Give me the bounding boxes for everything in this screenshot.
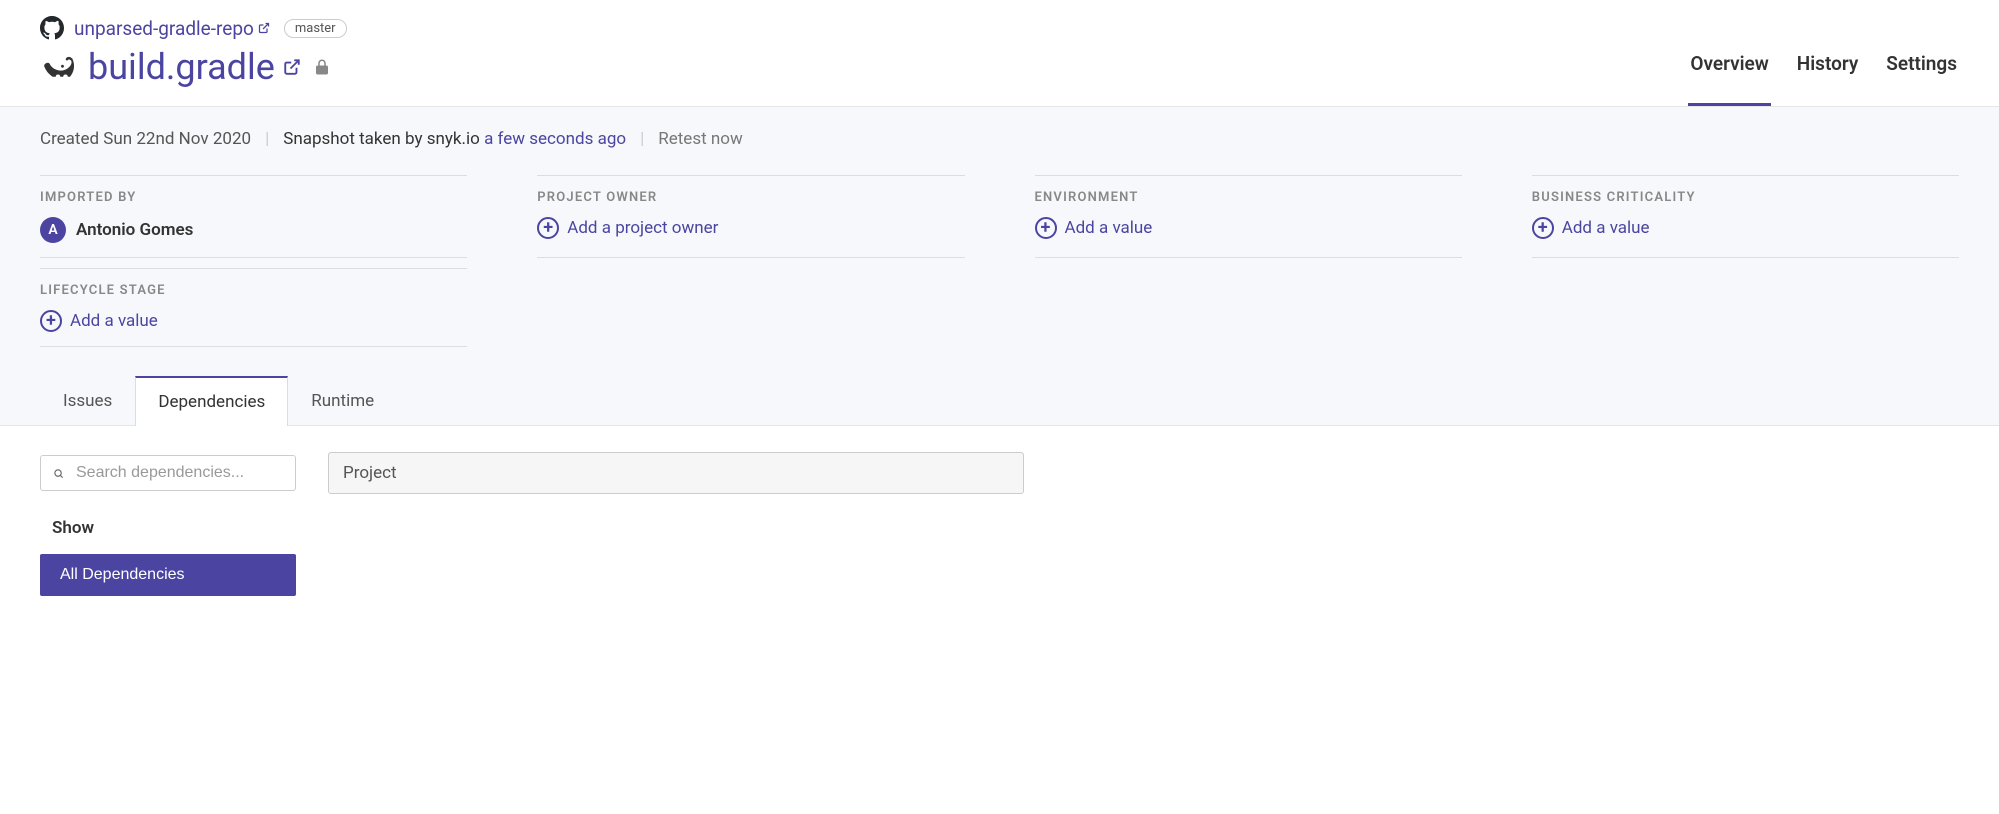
divider: |	[640, 129, 644, 149]
add-text: Add a project owner	[567, 218, 718, 238]
label-environment: Environment	[1035, 190, 1462, 205]
file-name: build.gradle	[88, 46, 275, 88]
search-box[interactable]	[40, 455, 296, 491]
info-section: Created Sun 22nd Nov 2020 | Snapshot tak…	[0, 107, 1999, 426]
external-link-icon	[258, 22, 270, 34]
label-business-criticality: Business Criticality	[1532, 190, 1959, 205]
snapshot-time-link[interactable]: a few seconds ago	[484, 129, 626, 149]
add-text: Add a value	[70, 311, 158, 331]
repo-name: unparsed-gradle-repo	[74, 17, 254, 40]
imported-by-value: A Antonio Gomes	[40, 217, 467, 243]
divider: |	[265, 129, 269, 149]
all-dependencies-button[interactable]: All Dependencies	[40, 554, 296, 596]
created-text: Created Sun 22nd Nov 2020	[40, 129, 251, 149]
sub-tab-runtime[interactable]: Runtime	[288, 376, 397, 426]
filter-row: Project	[40, 452, 1959, 494]
lock-icon	[313, 56, 331, 78]
plus-circle-icon: +	[1532, 217, 1554, 239]
user-name: Antonio Gomes	[76, 220, 193, 240]
branch-badge: master	[284, 19, 347, 38]
label-imported-by: Imported By	[40, 190, 467, 205]
github-icon	[40, 16, 64, 40]
sub-tab-issues[interactable]: Issues	[40, 376, 135, 426]
plus-circle-icon: +	[40, 310, 62, 332]
card-project-owner: Project Owner + Add a project owner	[537, 175, 964, 258]
snapshot-prefix: Snapshot taken by snyk.io	[283, 129, 484, 149]
label-lifecycle-stage: Lifecycle Stage	[40, 283, 467, 298]
tab-settings[interactable]: Settings	[1884, 52, 1959, 106]
add-project-owner[interactable]: + Add a project owner	[537, 217, 964, 239]
project-select[interactable]: Project	[328, 452, 1024, 494]
repo-row: unparsed-gradle-repo master	[40, 16, 347, 40]
external-link-icon	[283, 58, 301, 76]
search-input[interactable]	[76, 464, 283, 482]
card-imported-by: Imported By A Antonio Gomes	[40, 175, 467, 258]
snapshot-text: Snapshot taken by snyk.io a few seconds …	[283, 129, 626, 149]
card-lifecycle-stage: Lifecycle Stage + Add a value	[40, 268, 467, 347]
card-environment: Environment + Add a value	[1035, 175, 1462, 258]
top-tabs: Overview History Settings	[1688, 52, 1959, 106]
file-title-link[interactable]: build.gradle	[88, 46, 301, 88]
page-header: unparsed-gradle-repo master build.gradle…	[0, 0, 1999, 107]
tab-history[interactable]: History	[1795, 52, 1861, 106]
label-project-owner: Project Owner	[537, 190, 964, 205]
sub-tabs: Issues Dependencies Runtime	[40, 375, 1959, 425]
add-text: Add a value	[1562, 218, 1650, 238]
add-text: Add a value	[1065, 218, 1153, 238]
tab-overview[interactable]: Overview	[1688, 52, 1770, 106]
file-row: build.gradle	[40, 46, 347, 106]
meta-grid: Imported By A Antonio Gomes Project Owne…	[40, 175, 1959, 347]
repo-link[interactable]: unparsed-gradle-repo	[74, 17, 270, 40]
gradle-icon	[40, 55, 76, 79]
add-business-criticality[interactable]: + Add a value	[1532, 217, 1959, 239]
plus-circle-icon: +	[1035, 217, 1057, 239]
sub-tab-dependencies[interactable]: Dependencies	[135, 376, 288, 426]
plus-circle-icon: +	[537, 217, 559, 239]
show-label: Show	[52, 518, 1959, 538]
card-business-criticality: Business Criticality + Add a value	[1532, 175, 1959, 258]
content: Project Show All Dependencies	[0, 426, 1999, 622]
add-environment[interactable]: + Add a value	[1035, 217, 1462, 239]
meta-row: Created Sun 22nd Nov 2020 | Snapshot tak…	[40, 129, 1959, 149]
avatar: A	[40, 217, 66, 243]
add-lifecycle-stage[interactable]: + Add a value	[40, 310, 467, 332]
search-icon	[53, 466, 64, 481]
header-left: unparsed-gradle-repo master build.gradle	[40, 16, 347, 106]
retest-link[interactable]: Retest now	[658, 129, 742, 149]
